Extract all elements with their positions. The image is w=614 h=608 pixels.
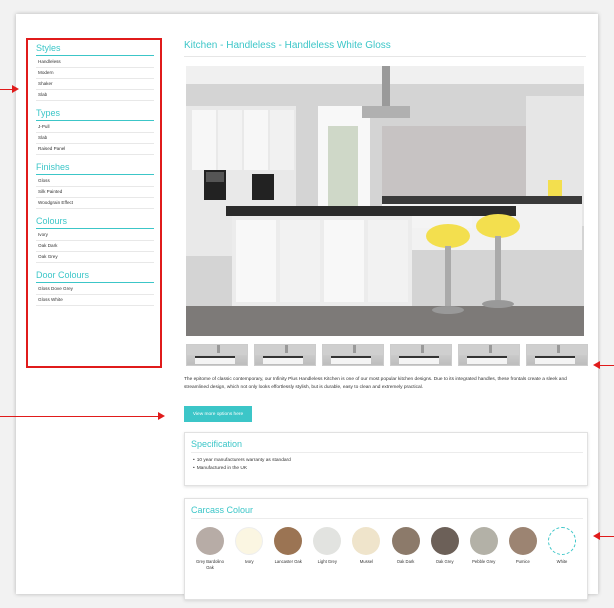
swatch-grey-bardolino-oak[interactable]: Grey Bardolino Oak — [193, 527, 227, 571]
swatch-circle[interactable] — [469, 527, 498, 555]
page: Styles Handleless Modern Shaker Slab Typ… — [16, 14, 598, 600]
view-more-options-button[interactable]: View more options here — [184, 406, 252, 422]
swatch-circle[interactable] — [547, 527, 576, 555]
filter-item-modern[interactable]: Modern — [36, 68, 154, 79]
filter-item-gloss[interactable]: Gloss — [36, 176, 154, 187]
filter-item-gloss-dove-grey[interactable]: Gloss Dove Grey — [36, 284, 154, 295]
door-colours-heading: Door Colours — [36, 269, 154, 283]
filter-item-shaker[interactable]: Shaker — [36, 79, 154, 90]
swatch-oak-dark[interactable]: Oak Dark — [389, 527, 423, 571]
specification-heading: Specification — [191, 439, 583, 453]
carcass-swatches: Grey Bardolino Oak Ivory Lancaster Oak L… — [185, 519, 587, 571]
swatch-mussel[interactable]: Mussel — [349, 527, 383, 571]
finishes-section: Finishes Gloss Silk Painted Woodgrain Ef… — [36, 161, 154, 209]
colours-heading: Colours — [36, 215, 154, 229]
finishes-heading: Finishes — [36, 161, 154, 175]
thumbnail-6[interactable] — [526, 344, 588, 366]
specification-card: Specification 10 year manufacturers warr… — [184, 432, 588, 486]
filter-item-oak-dark[interactable]: Oak Dark — [36, 241, 154, 252]
swatch-label: Oak Grey — [435, 559, 454, 564]
specification-list: 10 year manufacturers warranty as standa… — [193, 457, 587, 473]
thumbnail-3[interactable] — [322, 344, 384, 366]
filter-sidebar: Styles Handleless Modern Shaker Slab Typ… — [26, 38, 162, 368]
thumbnail-1[interactable] — [186, 344, 248, 366]
swatch-circle[interactable] — [508, 527, 537, 555]
swatch-light-grey[interactable]: Light Grey — [310, 527, 344, 571]
swatch-label: Mussel — [359, 559, 374, 564]
swatch-label: Grey Bardolino Oak — [196, 559, 224, 570]
styles-heading: Styles — [36, 42, 154, 56]
swatch-label: Oak Dark — [396, 559, 415, 564]
filter-item-slab[interactable]: Slab — [36, 90, 154, 101]
filter-item-oak-grey[interactable]: Oak Grey — [36, 252, 154, 263]
swatch-circle[interactable] — [274, 527, 303, 555]
swatch-pumice[interactable]: Pumice — [506, 527, 540, 571]
swatch-circle[interactable] — [391, 527, 420, 555]
thumbnail-5[interactable] — [458, 344, 520, 366]
thumbnail-4[interactable] — [390, 344, 452, 366]
filter-item-silk-painted[interactable]: Silk Painted — [36, 187, 154, 198]
filter-item-ivory[interactable]: Ivory — [36, 230, 154, 241]
thumbnail-2[interactable] — [254, 344, 316, 366]
filter-item-gloss-white[interactable]: Gloss White — [36, 295, 154, 306]
swatch-ivory[interactable]: Ivory — [232, 527, 266, 571]
swatch-white[interactable]: White — [545, 527, 579, 571]
door-colours-section: Door Colours Gloss Dove Grey Gloss White — [36, 269, 154, 306]
filter-item-raised-panel[interactable]: Raised Panel — [36, 144, 154, 155]
swatch-circle[interactable] — [313, 527, 342, 555]
styles-section: Styles Handleless Modern Shaker Slab — [36, 42, 154, 101]
filter-item-woodgrain-effect[interactable]: Woodgrain Effect — [36, 198, 154, 209]
carcass-colour-card: Carcass Colour Grey Bardolino Oak Ivory … — [184, 498, 588, 600]
product-title: Kitchen - Handleless - Handleless White … — [184, 40, 586, 57]
product-description: The epitome of classic contemporary, our… — [184, 377, 567, 390]
swatch-lancaster-oak[interactable]: Lancaster Oak — [271, 527, 305, 571]
swatch-label: Pebble Grey — [472, 559, 496, 564]
types-heading: Types — [36, 107, 154, 121]
swatch-circle[interactable] — [352, 527, 381, 555]
filter-item-slab-type[interactable]: Slab — [36, 133, 154, 144]
swatch-label: Pumice — [515, 559, 530, 564]
swatch-circle[interactable] — [196, 527, 224, 555]
product-hero-image — [186, 66, 584, 336]
swatch-pebble-grey[interactable]: Pebble Grey — [467, 527, 501, 571]
spec-item-manufactured: Manufactured in the UK — [193, 465, 587, 473]
swatch-label: Ivory — [244, 559, 254, 564]
swatch-label: White — [556, 559, 568, 564]
filter-item-j-pull[interactable]: J-Pull — [36, 122, 154, 133]
filter-item-handleless[interactable]: Handleless — [36, 57, 154, 68]
kitchen-photo — [186, 66, 584, 336]
types-section: Types J-Pull Slab Raised Panel — [36, 107, 154, 155]
colours-section: Colours Ivory Oak Dark Oak Grey — [36, 215, 154, 263]
product-main: Kitchen - Handleless - Handleless White … — [184, 38, 588, 600]
swatch-label: Lancaster Oak — [274, 559, 302, 564]
thumbnail-strip — [186, 344, 588, 366]
swatch-circle[interactable] — [430, 527, 459, 555]
spec-item-warranty: 10 year manufacturers warranty as standa… — [193, 457, 587, 465]
swatch-oak-grey[interactable]: Oak Grey — [428, 527, 462, 571]
swatch-label: Light Grey — [317, 559, 337, 564]
swatch-circle[interactable] — [235, 527, 264, 555]
carcass-colour-heading: Carcass Colour — [191, 505, 583, 519]
